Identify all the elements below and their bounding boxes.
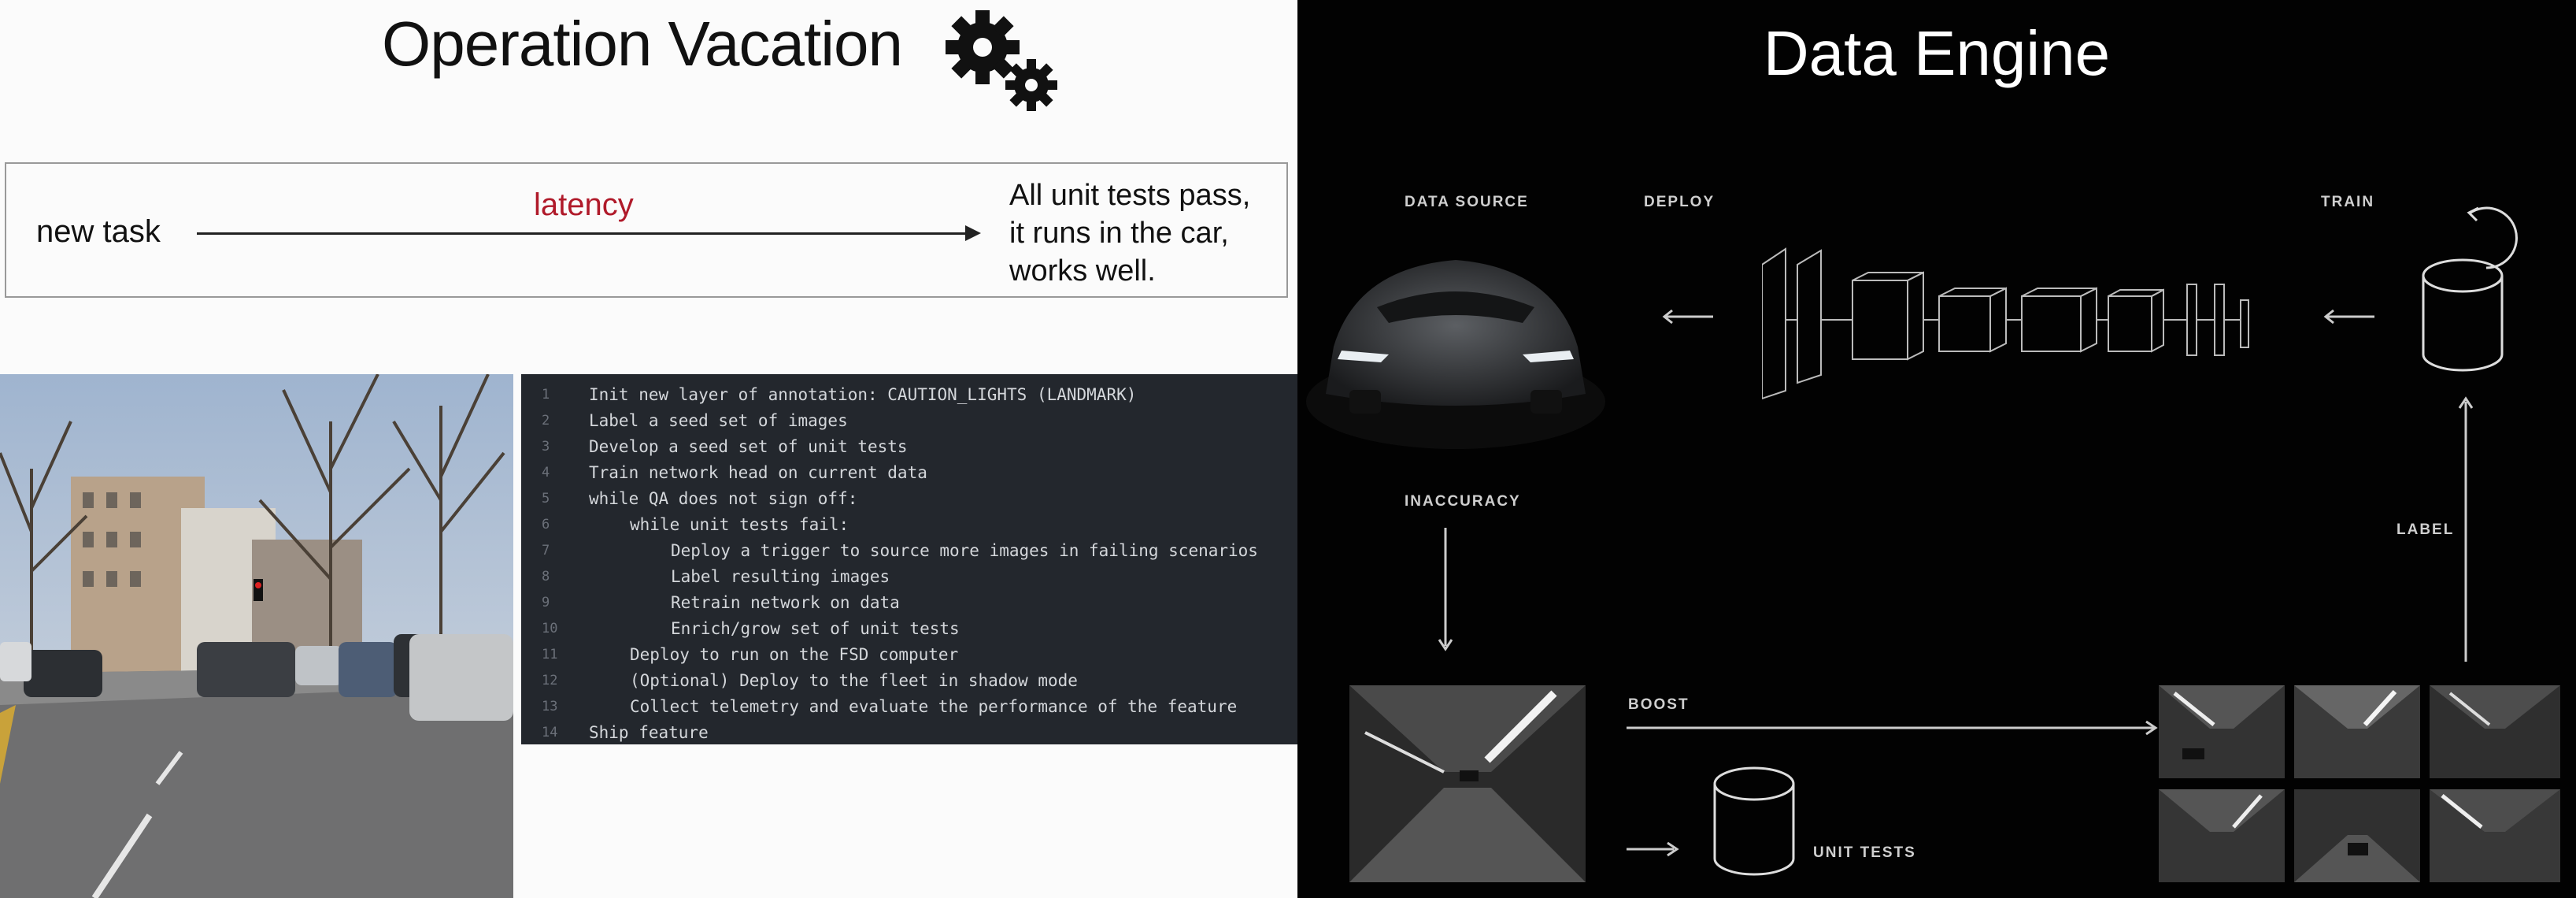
deploy-arrow xyxy=(1662,309,1713,325)
slide-title: Data Engine xyxy=(1763,18,2111,88)
flow-arrow-head xyxy=(965,225,981,241)
code-line: 8 Label resulting images xyxy=(542,567,890,586)
car-image xyxy=(1306,260,1605,449)
data-engine-slide: Data Engine DATA SOURCE DEPLOY TRAIN INA… xyxy=(1297,0,2576,898)
code-line: 9 Retrain network on data xyxy=(542,593,900,612)
inaccuracy-arrow xyxy=(1438,528,1453,651)
code-line: 14 Ship feature xyxy=(542,723,709,742)
label-arrow xyxy=(2458,396,2474,662)
boost-arrow xyxy=(1627,720,2158,736)
street-photo xyxy=(0,374,513,898)
code-line: 4 Train network head on current data xyxy=(542,463,927,482)
pseudocode-block: 1 Init new layer of annotation: CAUTION_L… xyxy=(521,374,1297,744)
labeled-images-grid xyxy=(2159,685,2560,882)
flow-start-label: new task xyxy=(36,214,161,249)
flow-latency-label: latency xyxy=(534,187,634,222)
tunnel-image xyxy=(1349,685,1586,882)
label-step-label: LABEL xyxy=(2396,521,2455,538)
code-line: 12 (Optional) Deploy to the fleet in shad… xyxy=(542,671,1078,690)
flow-end-line-1: All unit tests pass, xyxy=(1009,179,1251,212)
flow-end-line-2: it runs in the car, xyxy=(1009,217,1229,250)
operation-vacation-slide: Operation Vacation new task latency All … xyxy=(0,0,1297,898)
code-line: 5 while QA does not sign off: xyxy=(542,489,858,508)
code-line: 3 Develop a seed set of unit tests xyxy=(542,437,908,456)
training-database-icon xyxy=(2422,206,2518,372)
code-line: 6 while unit tests fail: xyxy=(542,515,849,534)
flow-end-line-3: works well. xyxy=(1009,254,1156,288)
flow-arrow xyxy=(197,232,968,235)
code-line: 13 Collect telemetry and evaluate the per… xyxy=(542,697,1238,716)
code-line: 10 Enrich/grow set of unit tests xyxy=(542,619,960,638)
boost-label: BOOST xyxy=(1628,696,1690,713)
slide-title: Operation Vacation xyxy=(382,9,903,79)
gears-icon xyxy=(946,10,1057,111)
deploy-label: DEPLOY xyxy=(1644,194,1715,210)
unit-tests-database-icon xyxy=(1713,766,1795,876)
code-line: 7 Deploy a trigger to source more images … xyxy=(542,541,1258,560)
code-line: 1 Init new layer of annotation: CAUTION_L… xyxy=(542,385,1137,404)
unit-tests-arrow xyxy=(1627,841,1679,857)
flow-end-label: All unit tests pass, it runs in the car,… xyxy=(1009,176,1293,290)
train-arrow xyxy=(2323,309,2374,325)
data-source-label: DATA SOURCE xyxy=(1405,194,1529,210)
train-label: TRAIN xyxy=(2321,194,2375,210)
unit-tests-label: UNIT TESTS xyxy=(1813,844,1916,861)
inaccuracy-label: INACCURACY xyxy=(1405,493,1521,510)
task-flow-box: new task latency All unit tests pass, it… xyxy=(5,162,1288,298)
code-line: 2 Label a seed set of images xyxy=(542,411,848,430)
neural-network-diagram xyxy=(1762,247,2249,400)
code-line: 11 Deploy to run on the FSD computer xyxy=(542,645,959,664)
